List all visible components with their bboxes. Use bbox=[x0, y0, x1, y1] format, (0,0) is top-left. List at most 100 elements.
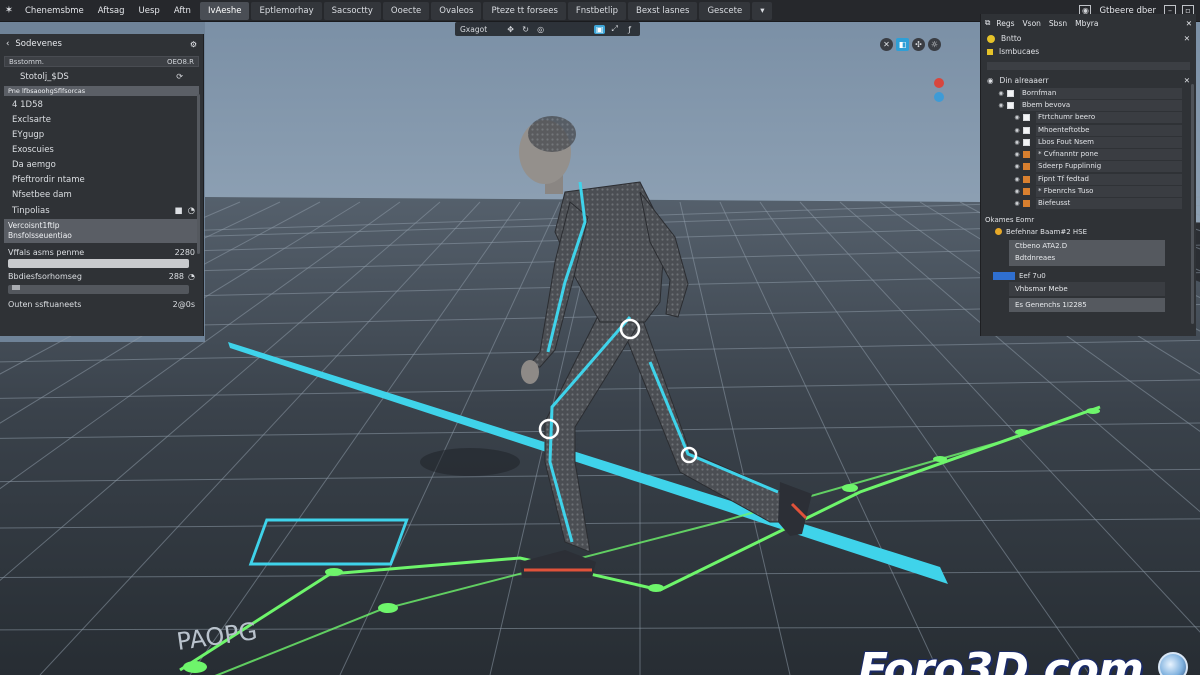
outliner-item[interactable]: ◉ Mhoenteftotbe bbox=[981, 124, 1196, 136]
right-panel-scrollbar[interactable] bbox=[1191, 84, 1194, 324]
workspace-tab[interactable]: Ooecte bbox=[382, 2, 430, 20]
highlighted-item[interactable]: Vercoisnt1ftlp Bnsfolsseuentiao bbox=[4, 219, 199, 243]
workspace-tab[interactable]: Bexst lasnes bbox=[628, 2, 698, 20]
scale-icon[interactable]: ◎ bbox=[535, 25, 546, 34]
visibility-icon[interactable]: ◉ bbox=[995, 102, 1007, 109]
section-row[interactable]: Ismbucaes bbox=[981, 45, 1196, 58]
viewport-header: Gxagot ✥ ↻ ◎ ▣ ⤢ ƒ bbox=[455, 22, 641, 36]
visibility-icon[interactable]: ◉ bbox=[1011, 139, 1023, 146]
props-box-tertiary[interactable]: Es Genenchs 1I2285 bbox=[1009, 297, 1165, 312]
section2-row[interactable]: Eef 7u0 bbox=[981, 270, 1196, 282]
visibility-icon[interactable]: ◉ bbox=[995, 90, 1007, 97]
visibility-icon[interactable]: ◉ bbox=[1011, 176, 1023, 183]
rotate-icon[interactable]: ↻ bbox=[520, 25, 531, 34]
visibility-icon[interactable]: ◉ bbox=[987, 76, 994, 85]
navigation-gizmo[interactable] bbox=[934, 78, 944, 102]
axis-y-icon[interactable] bbox=[934, 92, 944, 102]
tab[interactable]: Regs bbox=[994, 18, 1016, 29]
viewport-mode-dropdown[interactable]: Gxagot bbox=[460, 25, 501, 34]
timer-icon[interactable]: ◔ bbox=[188, 272, 195, 281]
visibility-icon[interactable]: ◉ bbox=[1011, 163, 1023, 170]
outliner-item[interactable]: ◉ * Fbenrchs Tuso bbox=[981, 185, 1196, 198]
section2-badge bbox=[993, 271, 1015, 280]
tab[interactable]: Vson bbox=[1021, 18, 1043, 29]
outliner-item-label: Bornfman bbox=[1020, 87, 1182, 99]
stop-icon[interactable]: ■ bbox=[175, 206, 183, 216]
object-type-icon bbox=[1023, 138, 1030, 146]
visibility-icon[interactable]: ◉ bbox=[1011, 114, 1023, 121]
list-item[interactable]: EYgugp bbox=[0, 128, 203, 143]
list-item[interactable]: Nfsetbee dam bbox=[0, 188, 203, 203]
group-row[interactable]: Tinpolias ■ ◔ bbox=[0, 203, 203, 218]
slider2[interactable] bbox=[8, 285, 189, 294]
outliner-item[interactable]: ◉ Bornfman bbox=[981, 87, 1196, 99]
panel-options-icon[interactable]: ⚙ bbox=[190, 40, 197, 49]
workspace-tab[interactable]: IvAeshe bbox=[200, 2, 250, 20]
render-icon[interactable]: ☼ bbox=[928, 38, 941, 51]
clock-icon[interactable]: ◔ bbox=[188, 206, 195, 216]
props-box-secondary[interactable]: Vhbsmar Mebe bbox=[1009, 281, 1165, 296]
select-icon[interactable]: ▣ bbox=[594, 24, 606, 34]
overlay-icon[interactable]: ✕ bbox=[880, 38, 893, 51]
outliner-item[interactable]: ◉ Sdeerp Fupplinnig bbox=[981, 161, 1196, 173]
outliner-item[interactable]: ◉ * Cvfnanntr pone bbox=[981, 148, 1196, 161]
list-item[interactable]: 4 1D58 bbox=[0, 98, 203, 113]
object-type-icon bbox=[1023, 126, 1030, 134]
camera-icon[interactable]: ◧ bbox=[896, 38, 909, 51]
panel-close-icon[interactable]: ✕ bbox=[1184, 34, 1190, 43]
workspace-tab[interactable]: Eptlemorhay bbox=[251, 2, 322, 20]
workspace-tab[interactable]: Fnstbetlip bbox=[567, 2, 627, 20]
shading-icon[interactable]: ✣ bbox=[912, 38, 925, 51]
app-logo-icon[interactable]: ✶ bbox=[0, 0, 18, 22]
pose-icon[interactable]: ƒ bbox=[624, 25, 635, 34]
outliner-item[interactable]: ◉ Biefeusst bbox=[981, 198, 1196, 210]
slider1[interactable] bbox=[8, 259, 189, 268]
object-row[interactable]: Stotolj_$DS ⟳ bbox=[0, 69, 203, 84]
object-type-icon bbox=[1007, 89, 1014, 97]
visibility-icon[interactable]: ◉ bbox=[1011, 200, 1023, 207]
menu-item-help[interactable]: Aftn bbox=[167, 0, 198, 22]
workspace-tab[interactable]: Gescete bbox=[699, 2, 751, 20]
visibility-icon[interactable]: ◉ bbox=[1011, 127, 1023, 134]
outliner-item-label: Lbos Fout Nsem bbox=[1036, 136, 1182, 148]
layers-icon[interactable]: ⧉ bbox=[985, 18, 990, 28]
move-icon[interactable]: ✥ bbox=[505, 25, 516, 34]
header-row[interactable]: Bntto ✕ bbox=[981, 32, 1196, 45]
add-workspace-button[interactable]: ▾ bbox=[752, 2, 773, 20]
list-item[interactable]: Exoscuies bbox=[0, 143, 203, 158]
outliner-title-row[interactable]: ◉ Din alreaaerr ✕ bbox=[981, 74, 1196, 87]
outliner-item-label: Fipnt Tf fedtad bbox=[1036, 173, 1182, 185]
name-field[interactable]: Bsstomm. OEO8.R bbox=[4, 56, 199, 67]
menu-item-edit[interactable]: Aftsag bbox=[91, 0, 132, 22]
axis-x-icon[interactable] bbox=[934, 78, 944, 88]
menu-item-view[interactable]: Uesp bbox=[132, 0, 167, 22]
outliner-item[interactable]: ◉ Bbem bevova bbox=[981, 99, 1196, 111]
left-panel-scrollbar[interactable] bbox=[197, 94, 200, 254]
slider2-label: Bbdiesfsorhomseg bbox=[8, 272, 82, 281]
workspace-tab[interactable]: Ovaleos bbox=[431, 2, 482, 20]
object-type-icon bbox=[1023, 175, 1030, 183]
outliner-item[interactable]: ◉ Lbos Fout Nsem bbox=[981, 136, 1196, 148]
props-row[interactable]: Befehnar Baam#2 HSE bbox=[981, 226, 1196, 238]
props-box-primary[interactable]: Ctbeno ATA2.D Bdtdnreaes bbox=[1009, 239, 1165, 266]
panel-collapse-icon[interactable]: ‹ bbox=[6, 39, 9, 49]
tab[interactable]: Sbsn bbox=[1047, 18, 1069, 29]
visibility-icon[interactable]: ◉ bbox=[1011, 151, 1023, 158]
outliner-item[interactable]: ◉ Ftrtchumr beero bbox=[981, 112, 1196, 124]
list-item[interactable]: Da aemgo bbox=[0, 158, 203, 173]
search-bar[interactable] bbox=[987, 62, 1190, 70]
outliner-item[interactable]: ◉ Fipnt Tf fedtad bbox=[981, 173, 1196, 185]
tab[interactable]: Mbyra bbox=[1073, 18, 1100, 29]
snap-icon[interactable]: ⤢ bbox=[609, 24, 620, 34]
list-item[interactable]: Pfeftrordir ntame bbox=[0, 173, 203, 188]
outliner-close-icon[interactable]: ✕ bbox=[1184, 76, 1190, 85]
workspace-tab[interactable]: Pteze tt forsees bbox=[483, 2, 566, 20]
close-icon[interactable]: ✕ bbox=[1186, 19, 1192, 28]
refresh-icon[interactable]: ⟳ bbox=[176, 72, 183, 81]
menu-item-file[interactable]: Chenemsbme bbox=[18, 0, 91, 22]
list-item[interactable]: Exclsarte bbox=[0, 113, 203, 128]
workspace-tab[interactable]: Sacsoctty bbox=[323, 2, 381, 20]
slider1-row: Vffals asms penme 2280 bbox=[0, 244, 203, 259]
visibility-icon[interactable]: ◉ bbox=[1011, 188, 1023, 195]
selected-item-row[interactable]: Pne lfbsaoohgSflfsorcas bbox=[4, 86, 199, 96]
